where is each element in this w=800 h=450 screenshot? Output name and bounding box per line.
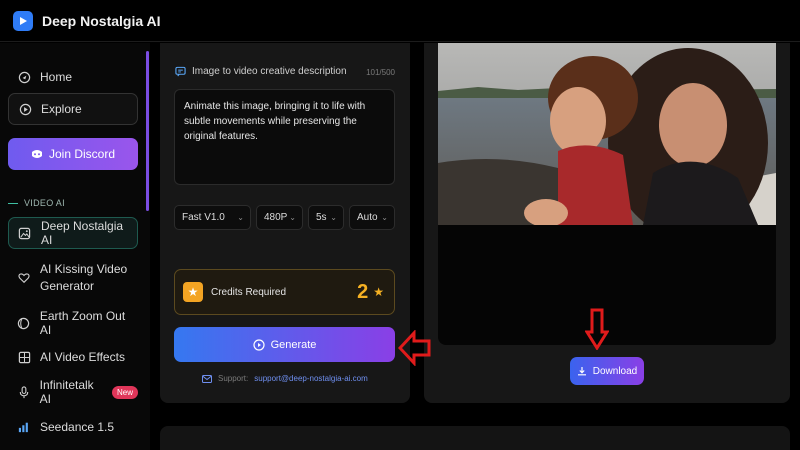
- sidebar-item-seedance-1-5[interactable]: Seedance 1.5: [8, 418, 138, 436]
- sidebar-item-label: Seedance 1.5: [40, 420, 115, 434]
- chevron-down-icon: ⌄: [289, 213, 296, 222]
- sidebar-item-ai-kissing-video-generator[interactable]: AI Kissing Video Generator: [8, 261, 138, 295]
- character-count: 101/500: [366, 68, 395, 77]
- duration-select[interactable]: 5s ⌄: [308, 205, 344, 230]
- sidebar-item-label: Home: [40, 70, 73, 84]
- ratio-select[interactable]: Auto ⌄: [349, 205, 395, 230]
- home-icon: [17, 70, 31, 84]
- discord-icon: [31, 149, 43, 159]
- annotation-arrow-down-icon: [584, 308, 610, 355]
- model-select[interactable]: Fast V1.0 ⌄: [174, 205, 251, 230]
- sidebar-item-label: Explore: [41, 102, 82, 116]
- support-label: Support:: [218, 374, 249, 383]
- chevron-down-icon: ⌄: [237, 213, 244, 222]
- generate-button[interactable]: Generate: [174, 327, 395, 362]
- join-discord-label: Join Discord: [48, 147, 116, 161]
- section-label-video-ai: VIDEO AI: [8, 198, 65, 208]
- globe-icon: [17, 316, 31, 330]
- image-icon: [18, 226, 32, 240]
- sidebar-item-label: Infinitetalk AI: [39, 378, 94, 406]
- sidebar-item-deep-nostalgia-ai[interactable]: Deep Nostalgia AI: [8, 217, 138, 249]
- download-label: Download: [592, 365, 638, 377]
- microphone-icon: [17, 385, 31, 399]
- new-badge: New: [111, 385, 138, 399]
- top-bar: Deep Nostalgia AI: [0, 0, 800, 42]
- resolution-select-value: 480P: [264, 212, 288, 223]
- play-circle-icon: [252, 338, 265, 351]
- sidebar-item-ai-video-effects[interactable]: AI Video Effects: [8, 348, 138, 366]
- sidebar-item-earth-zoom-out-ai[interactable]: Earth Zoom Out AI: [8, 309, 138, 337]
- chevron-down-icon: ⌄: [330, 213, 337, 222]
- sidebar-item-label: AI Kissing Video Generator: [40, 262, 128, 293]
- video-preview[interactable]: [438, 43, 776, 345]
- chevron-down-icon: ⌄: [381, 213, 388, 222]
- sidebar: Home Explore Join Discord VIDEO AI Deep …: [0, 43, 150, 450]
- preview-photo: [438, 43, 776, 225]
- app-logo-icon[interactable]: [13, 10, 33, 31]
- message-icon: [175, 66, 186, 77]
- download-button[interactable]: Download: [570, 357, 644, 385]
- sidebar-item-home[interactable]: Home: [8, 67, 138, 87]
- duration-select-value: 5s: [316, 212, 327, 223]
- support-email-link[interactable]: support@deep-nostalgia-ai.com: [254, 374, 368, 383]
- heart-icon: [17, 271, 31, 285]
- credits-label: Credits Required: [211, 286, 287, 298]
- sidebar-item-label: AI Video Effects: [40, 350, 125, 364]
- bars-icon: [17, 420, 31, 434]
- support-line: Support: support@deep-nostalgia-ai.com: [202, 374, 368, 383]
- generate-label: Generate: [270, 338, 317, 351]
- bottom-panel: [160, 426, 790, 450]
- star-icon: ★: [373, 285, 384, 299]
- generator-panel: Image to video creative description 101/…: [160, 43, 410, 403]
- sidebar-item-explore[interactable]: Explore: [8, 93, 138, 125]
- explore-icon: [18, 102, 32, 116]
- sidebar-item-infinitetalk-ai[interactable]: Infinitetalk AI New: [8, 378, 138, 406]
- credits-required-box: ★ Credits Required 2 ★: [174, 269, 395, 315]
- download-icon: [577, 366, 587, 376]
- mail-icon: [202, 374, 212, 383]
- join-discord-button[interactable]: Join Discord: [8, 138, 138, 170]
- model-select-value: Fast V1.0: [182, 212, 225, 223]
- grid-icon: [17, 350, 31, 364]
- sidebar-item-label: Deep Nostalgia AI: [40, 219, 124, 247]
- ratio-select-value: Auto: [357, 212, 378, 223]
- resolution-select[interactable]: 480P ⌄: [256, 205, 303, 230]
- section-label-text: VIDEO AI: [24, 198, 65, 208]
- sidebar-scrollbar[interactable]: [146, 51, 149, 211]
- section-divider: [8, 202, 18, 204]
- annotation-arrow-left-icon: [397, 329, 432, 371]
- description-label-text: Image to video creative description: [192, 66, 347, 77]
- description-label: Image to video creative description: [175, 66, 347, 77]
- description-textarea[interactable]: Animate this image, bringing it to life …: [174, 89, 395, 185]
- star-icon: ★: [183, 282, 203, 302]
- sidebar-item-label: Earth Zoom Out AI: [39, 309, 126, 337]
- app-title[interactable]: Deep Nostalgia AI: [42, 13, 161, 29]
- credits-value: 2: [357, 280, 369, 303]
